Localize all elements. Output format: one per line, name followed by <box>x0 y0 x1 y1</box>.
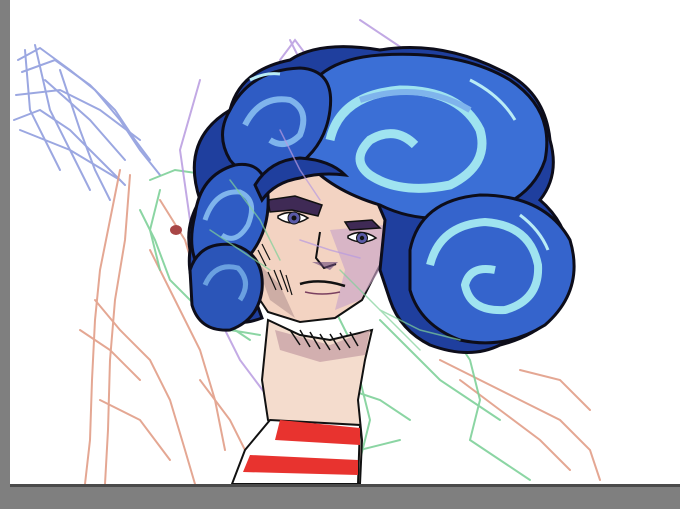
wing-mark <box>170 225 182 235</box>
canvas-bottom-shadow <box>10 484 680 487</box>
sketch-blue-wing <box>13 44 161 201</box>
hair <box>187 45 576 354</box>
artwork-svg <box>13 19 601 484</box>
striped-shirt <box>230 418 362 484</box>
workspace-background <box>0 0 680 509</box>
drawing-canvas[interactable] <box>10 0 680 484</box>
